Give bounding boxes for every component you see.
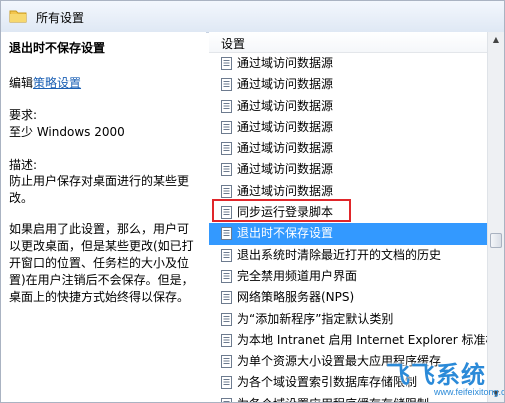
policy-setting-icon <box>221 248 232 262</box>
requirements-value: 至少 Windows 2000 <box>9 125 125 139</box>
policy-setting-icon <box>221 269 232 283</box>
list-item-selected[interactable]: 退出时不保存设置 <box>209 223 489 245</box>
policy-setting-icon <box>221 57 232 70</box>
policy-setting-icon <box>221 397 232 402</box>
list-item[interactable]: 网络策略服务器(NPS) <box>209 287 489 308</box>
policy-setting-icon <box>221 206 232 220</box>
list-item[interactable]: 通过域访问数据源 <box>209 74 489 95</box>
policy-setting-icon <box>221 99 232 113</box>
list-item-label: 为各个域设置应用程序缓存存储限制 <box>237 394 429 402</box>
list-item-label: 完全禁用频道用户界面 <box>237 268 358 283</box>
policy-setting-icon <box>221 333 232 347</box>
policy-setting-icon <box>221 312 232 326</box>
list-item[interactable]: 通过域访问数据源 <box>209 117 489 138</box>
vertical-scrollbar[interactable]: ▲ ▼ <box>487 32 504 402</box>
folder-icon <box>9 10 27 23</box>
description-detail: 如果启用了此设置，那么，用户可以更改桌面，但是某些更改(如已打开窗口的位置、任务… <box>9 222 194 304</box>
list-item-label: 退出系统时清除最近打开的文档的历史 <box>237 247 442 262</box>
policy-setting-icon <box>221 184 232 198</box>
list-item-label: 为本地 Intranet 启用 Internet Explorer 标准模式 <box>237 332 489 347</box>
requirements-label: 要求: <box>9 108 38 122</box>
window-frame: 所有设置 退出时不保存设置 编辑策略设置 要求: 至少 Windows 2000… <box>0 0 505 403</box>
list-item-label: 通过域访问数据源 <box>237 141 334 156</box>
list-item[interactable]: 通过域访问数据源 <box>209 159 489 180</box>
edit-prefix: 编辑 <box>9 76 34 90</box>
list-item[interactable]: 通过域访问数据源 <box>209 53 489 74</box>
column-header-label: 设置 <box>221 37 246 51</box>
list-item-label: 通过域访问数据源 <box>237 162 334 177</box>
list-item[interactable]: 通过域访问数据源 <box>209 181 489 202</box>
edit-line: 编辑策略设置 <box>9 74 81 91</box>
list-item-label: 同步运行登录脚本 <box>237 205 334 220</box>
edit-policy-link[interactable]: 策略设置 <box>33 76 81 90</box>
scroll-thumb[interactable] <box>490 233 502 248</box>
policy-setting-icon <box>221 227 232 241</box>
list-item-label: 为各个域设置索引数据库存储限制 <box>237 375 418 390</box>
list-item[interactable]: 为本地 Intranet 启用 Internet Explorer 标准模式 <box>209 330 489 351</box>
breadcrumb-bar: 所有设置 <box>1 1 504 33</box>
policy-setting-icon <box>221 355 232 369</box>
policy-setting-icon <box>221 142 232 156</box>
list-item[interactable]: 通过域访问数据源 <box>209 96 489 117</box>
list-item[interactable]: 同步运行登录脚本 <box>209 202 489 223</box>
list-item[interactable]: 为单个资源大小设置最大应用程序缓存 <box>209 351 489 372</box>
list-item-label: 退出时不保存设置 <box>237 226 334 241</box>
policy-setting-icon <box>221 163 232 177</box>
list-item[interactable]: 通过域访问数据源 <box>209 138 489 159</box>
list-item-label: 通过域访问数据源 <box>237 183 334 198</box>
settings-rows: 通过域访问数据源 通过域访问数据源 通过域访问数据源 通过域访问数据源 通过域访问数据源… <box>209 53 489 402</box>
list-item-label: 为“添加新程序”指定默认类别 <box>237 311 394 326</box>
list-item[interactable]: 退出系统时清除最近打开的文档的历史 <box>209 245 489 266</box>
description-label: 描述: <box>9 158 38 172</box>
list-item-label: 通过域访问数据源 <box>237 56 334 70</box>
scroll-up-icon[interactable]: ▲ <box>488 32 504 48</box>
list-item[interactable]: 为各个域设置应用程序缓存存储限制 <box>209 394 489 402</box>
policy-setting-icon <box>221 291 232 305</box>
list-item-label: 通过域访问数据源 <box>237 77 334 92</box>
policy-setting-icon <box>221 120 232 134</box>
policy-setting-icon <box>221 376 232 390</box>
breadcrumb-title: 所有设置 <box>36 11 85 25</box>
scroll-down-icon[interactable]: ▼ <box>488 386 504 402</box>
policy-title: 退出时不保存设置 <box>9 41 106 55</box>
policy-setting-icon <box>221 78 232 92</box>
list-item-label: 网络策略服务器(NPS) <box>237 290 355 305</box>
column-header-setting[interactable]: 设置 <box>209 32 489 53</box>
list-item[interactable]: 完全禁用频道用户界面 <box>209 266 489 287</box>
list-item-label: 通过域访问数据源 <box>237 119 334 134</box>
list-item-label: 为单个资源大小设置最大应用程序缓存 <box>237 354 442 369</box>
list-item[interactable]: 为各个域设置索引数据库存储限制 <box>209 372 489 393</box>
description-text: 防止用户保存对桌面进行的某些更改。 <box>9 174 190 205</box>
list-item-label: 通过域访问数据源 <box>237 98 334 113</box>
description-pane: 退出时不保存设置 编辑策略设置 要求: 至少 Windows 2000 描述: … <box>1 32 206 402</box>
settings-list: 设置 通过域访问数据源 通过域访问数据源 通过域访问数据源 通过域访问数据源 通过域访问… <box>209 32 489 402</box>
list-item[interactable]: 为“添加新程序”指定默认类别 <box>209 309 489 330</box>
